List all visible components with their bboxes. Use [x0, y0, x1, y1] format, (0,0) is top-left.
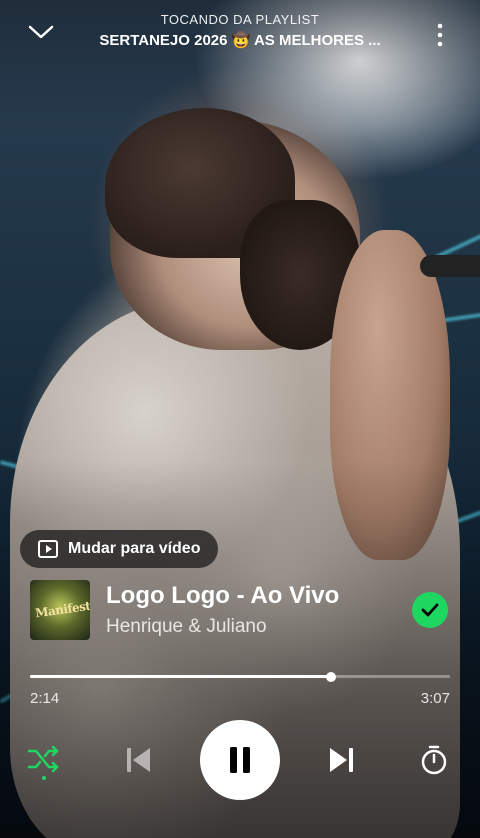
- skip-previous-icon: [127, 748, 150, 772]
- play-video-icon: [38, 540, 58, 558]
- progress-fill: [30, 675, 332, 678]
- total-duration: 3:07: [420, 690, 450, 707]
- track-title[interactable]: Logo Logo - Ao Vivo: [106, 582, 339, 610]
- more-vertical-icon[interactable]: [430, 22, 450, 48]
- album-cover[interactable]: Manifesto: [30, 580, 90, 640]
- progress-bar[interactable]: [30, 672, 450, 682]
- context-label: TOCANDO DA PLAYLIST: [160, 12, 320, 27]
- shuffle-active-dot: [42, 776, 46, 780]
- previous-button[interactable]: [118, 740, 158, 780]
- track-artist[interactable]: Henrique & Juliano: [106, 616, 267, 638]
- playlist-title[interactable]: SERTANEJO 2026 🤠 AS MELHORES ...: [60, 31, 420, 49]
- playing-context: TOCANDO DA PLAYLIST SERTANEJO 2026 🤠 AS …: [60, 12, 420, 49]
- shuffle-button[interactable]: [24, 740, 64, 780]
- playback-controls: [0, 720, 480, 800]
- pause-button[interactable]: [200, 720, 280, 800]
- pause-icon: [230, 747, 250, 773]
- elapsed-time: 2:14: [30, 690, 60, 707]
- skip-next-icon: [330, 748, 353, 772]
- switch-to-video-label: Mudar para vídeo: [68, 540, 201, 557]
- sleep-timer-icon: [421, 745, 447, 775]
- cover-text: Manifesto: [34, 597, 90, 621]
- top-bar: TOCANDO DA PLAYLIST SERTANEJO 2026 🤠 AS …: [0, 0, 480, 64]
- chevron-down-icon[interactable]: [28, 22, 54, 42]
- next-button[interactable]: [322, 740, 362, 780]
- switch-to-video-button[interactable]: Mudar para vídeo: [20, 530, 219, 568]
- sleep-timer-button[interactable]: [414, 740, 454, 780]
- video-background: [0, 0, 480, 838]
- now-playing-track: Manifesto Logo Logo - Ao Vivo Henrique &…: [30, 580, 450, 642]
- check-icon: [421, 603, 439, 617]
- liked-button[interactable]: [412, 592, 448, 628]
- progress-handle[interactable]: [326, 672, 337, 682]
- shuffle-icon: [27, 745, 59, 773]
